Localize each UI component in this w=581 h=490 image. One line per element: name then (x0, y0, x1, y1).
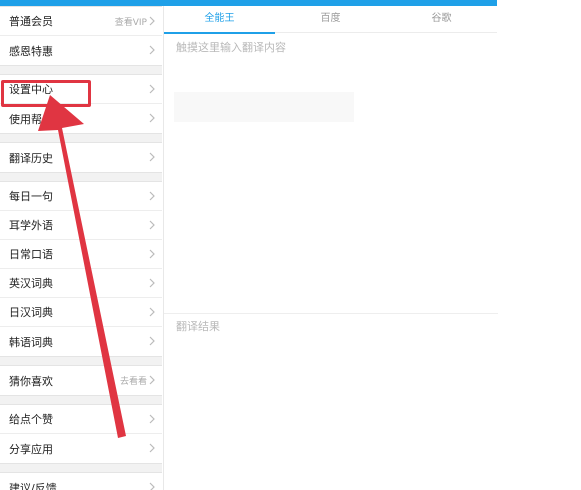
sidebar-item-ko-dict[interactable]: 韩语词典 (0, 327, 162, 356)
chevron-right-icon (147, 112, 157, 124)
chevron-right-icon (147, 374, 157, 386)
panel-divider (164, 313, 498, 314)
chevron-right-icon (147, 44, 157, 56)
sidebar-item-label: 英汉词典 (9, 277, 53, 290)
sidebar-item-like[interactable]: 给点个赞 (0, 405, 162, 434)
sidebar-item-label: 普通会员 (9, 15, 53, 28)
sidebar-item-label: 给点个赞 (9, 413, 53, 426)
sidebar-menu: 普通会员 查看VIP 感恩特惠 设置中心 使用帮 翻译历史 每日一句 耳学外语 … (0, 6, 162, 490)
engine-tabs: 全能王 百度 谷歌 (164, 6, 497, 33)
chevron-right-icon (147, 442, 157, 454)
sidebar-group-social: 给点个赞 分享应用 (0, 404, 162, 464)
tab-google[interactable]: 谷歌 (386, 6, 497, 32)
chevron-right-icon (147, 481, 157, 490)
sidebar-item-label: 日汉词典 (9, 306, 53, 319)
chevron-right-icon (147, 83, 157, 95)
sidebar-item-hint: 去看看 (119, 377, 147, 387)
result-label: 翻译结果 (176, 320, 220, 333)
sidebar-item-label: 韩语词典 (9, 335, 53, 349)
active-tab-indicator (164, 32, 275, 34)
translate-input[interactable]: 触摸这里输入翻译内容 (164, 36, 498, 311)
sidebar-item-label: 每日一句 (9, 190, 53, 203)
sidebar-item-vip[interactable]: 普通会员 查看VIP (0, 7, 162, 36)
input-placeholder: 触摸这里输入翻译内容 (176, 41, 286, 54)
sidebar-item-label: 建议/反馈 (9, 481, 57, 490)
input-faint-block (174, 92, 354, 122)
sidebar-item-label: 感恩特惠 (9, 44, 53, 58)
sidebar-item-listening[interactable]: 耳学外语 (0, 211, 162, 240)
sidebar-item-label: 分享应用 (9, 442, 53, 456)
sidebar-group-recommend: 猜你喜欢 去看看 (0, 365, 162, 396)
chevron-right-icon (147, 306, 157, 318)
chevron-right-icon (147, 15, 157, 27)
sidebar-item-guess-you-like[interactable]: 猜你喜欢 去看看 (0, 366, 162, 395)
sidebar-item-daily-speaking[interactable]: 日常口语 (0, 240, 162, 269)
sidebar-item-en-zh-dict[interactable]: 英汉词典 (0, 269, 162, 298)
sidebar-group-learning: 每日一句 耳学外语 日常口语 英汉词典 日汉词典 韩语词典 (0, 181, 162, 357)
chevron-right-icon (147, 219, 157, 231)
sidebar-item-label: 翻译历史 (9, 151, 53, 165)
tab-quanneng[interactable]: 全能王 (164, 6, 275, 32)
sidebar-item-feedback[interactable]: 建议/反馈 (0, 473, 162, 490)
chevron-right-icon (147, 190, 157, 202)
sidebar-group-membership: 普通会员 查看VIP 感恩特惠 (0, 6, 162, 66)
translate-panel: 全能王 百度 谷歌 触摸这里输入翻译内容 翻译结果 (163, 6, 498, 490)
sidebar-item-label: 使用帮 (9, 112, 42, 126)
sidebar-item-ja-zh-dict[interactable]: 日汉词典 (0, 298, 162, 327)
sidebar-item-label: 日常口语 (9, 248, 53, 261)
chevron-right-icon (147, 413, 157, 425)
sidebar-item-hint: 查看VIP (114, 17, 147, 28)
sidebar-item-share[interactable]: 分享应用 (0, 434, 162, 463)
chevron-right-icon (147, 277, 157, 289)
sidebar-item-thanks-offer[interactable]: 感恩特惠 (0, 36, 162, 65)
chevron-right-icon (147, 335, 157, 347)
chevron-right-icon (147, 151, 157, 163)
sidebar-group-history: 翻译历史 (0, 142, 162, 173)
sidebar-item-history[interactable]: 翻译历史 (0, 143, 162, 172)
sidebar-item-daily-sentence[interactable]: 每日一句 (0, 182, 162, 211)
sidebar-item-help[interactable]: 使用帮 (0, 104, 162, 133)
sidebar-item-label: 耳学外语 (9, 219, 53, 232)
highlight-box (1, 80, 91, 107)
chevron-right-icon (147, 248, 157, 260)
tab-baidu[interactable]: 百度 (275, 6, 386, 32)
sidebar-group-feedback: 建议/反馈 (0, 472, 162, 490)
sidebar-item-label: 猜你喜欢 (9, 374, 53, 388)
